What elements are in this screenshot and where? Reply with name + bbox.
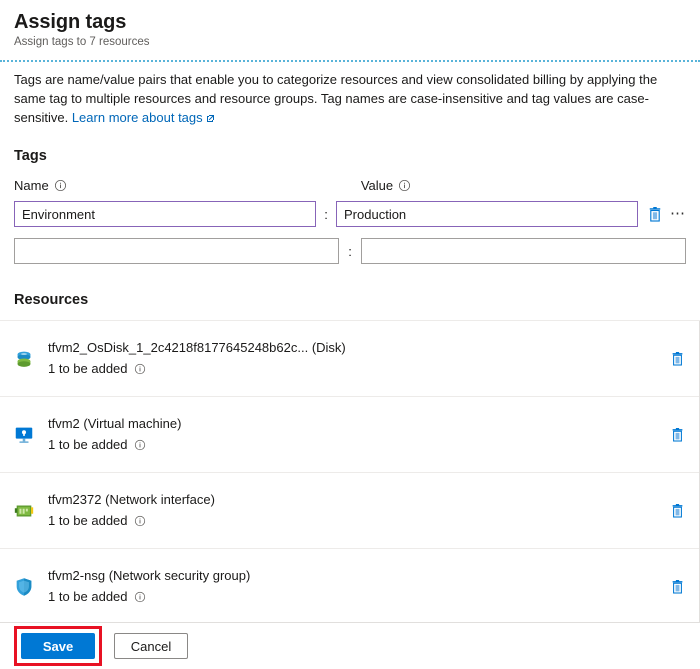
resource-type: (Network security group) (108, 568, 251, 583)
virtual-machine-icon (12, 423, 36, 447)
tag-name-input[interactable] (14, 201, 316, 227)
resource-title: tfvm2-nsg (Network security group) (48, 567, 658, 585)
resource-name: tfvm2-nsg (48, 568, 106, 583)
tag-value-input[interactable] (360, 238, 686, 264)
resource-status-text: 1 to be added (48, 361, 128, 376)
resource-status: 1 to be added (48, 360, 658, 378)
resources-section-heading: Resources (14, 292, 89, 308)
trash-icon[interactable] (668, 577, 686, 597)
ellipsis-icon[interactable]: ⋯ (670, 206, 686, 221)
tag-row: : (10, 236, 690, 266)
resource-status: 1 to be added (48, 436, 658, 454)
trash-icon[interactable] (668, 501, 686, 521)
resource-info: tfvm2-nsg (Network security group) 1 to … (48, 567, 658, 606)
resource-info: tfvm2_OsDisk_1_2c4218f8177645248b62c... … (48, 339, 658, 378)
resource-title: tfvm2 (Virtual machine) (48, 415, 658, 433)
resource-status-text: 1 to be added (48, 513, 128, 528)
description-text: Tags are name/value pairs that enable yo… (0, 62, 690, 128)
name-label-text: Name (14, 178, 49, 193)
info-icon[interactable] (398, 179, 411, 192)
resource-info: tfvm2372 (Network interface) 1 to be add… (48, 491, 658, 530)
trash-icon[interactable] (668, 349, 686, 369)
list-item[interactable]: tfvm2_OsDisk_1_2c4218f8177645248b62c... … (0, 321, 700, 397)
resource-title: tfvm2_OsDisk_1_2c4218f8177645248b62c... … (48, 339, 658, 357)
resource-status: 1 to be added (48, 588, 658, 606)
network-security-group-icon (12, 575, 36, 599)
info-icon[interactable] (134, 515, 147, 528)
cancel-button[interactable]: Cancel (114, 633, 188, 659)
resources-list: tfvm2_OsDisk_1_2c4218f8177645248b62c... … (0, 320, 700, 643)
tag-column-labels: Name Value (10, 178, 690, 193)
resource-info: tfvm2 (Virtual machine) 1 to be added (48, 415, 658, 454)
list-item[interactable]: tfvm2372 (Network interface) 1 to be add… (0, 473, 700, 549)
tags-area: Name Value : ⋯ : (0, 178, 700, 364)
tag-separator: : (324, 206, 328, 222)
resource-type: (Network interface) (105, 492, 215, 507)
resource-type: (Disk) (311, 340, 346, 355)
info-icon[interactable] (54, 179, 67, 192)
blade-header: Assign tags Assign tags to 7 resources (0, 0, 700, 56)
value-column-label: Value (361, 178, 686, 193)
info-icon[interactable] (134, 591, 147, 604)
resource-type: (Virtual machine) (83, 416, 182, 431)
resource-name: tfvm2372 (48, 492, 102, 507)
page-title: Assign tags (14, 11, 127, 33)
disk-icon (12, 347, 36, 371)
resource-name: tfvm2 (48, 416, 80, 431)
footer-action-bar: Save Cancel (0, 622, 700, 669)
info-icon[interactable] (134, 439, 147, 452)
tags-section-heading: Tags (14, 148, 47, 164)
list-item[interactable]: tfvm2 (Virtual machine) 1 to be added (0, 397, 700, 473)
tag-value-input[interactable] (336, 201, 638, 227)
resource-title: tfvm2372 (Network interface) (48, 491, 658, 509)
value-label-text: Value (360, 178, 394, 193)
resource-status: 1 to be added (48, 512, 658, 530)
info-icon[interactable] (134, 363, 147, 376)
resource-status-text: 1 to be added (48, 437, 128, 452)
highlight-rectangle-save: Save (14, 626, 102, 666)
tag-row: : ⋯ (10, 199, 690, 229)
tag-separator: : (348, 243, 352, 259)
list-item[interactable]: tfvm2-nsg (Network security group) 1 to … (0, 549, 700, 625)
tag-name-input[interactable] (14, 238, 340, 264)
tag-row-actions: ⋯ (646, 204, 686, 224)
learn-more-label: Learn more about tags (71, 110, 203, 125)
external-link-icon (206, 109, 215, 128)
resource-name: tfvm2_OsDisk_1_2c4218f8177645248b62c... (48, 340, 309, 355)
network-interface-icon (12, 499, 36, 523)
trash-icon[interactable] (646, 204, 664, 224)
learn-more-link[interactable]: Learn more about tags (72, 110, 203, 125)
name-column-label: Name (14, 178, 339, 193)
trash-icon[interactable] (668, 425, 686, 445)
save-button[interactable]: Save (21, 633, 95, 659)
resource-status-text: 1 to be added (48, 589, 128, 604)
page-subtitle: Assign tags to 7 resources (14, 36, 150, 48)
